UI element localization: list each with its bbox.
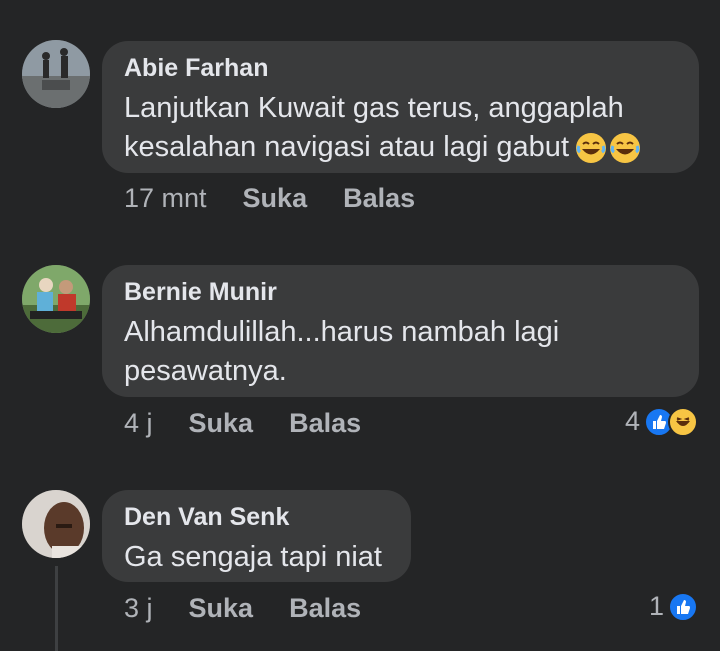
reaction-count: 4: [624, 406, 640, 436]
author-name[interactable]: Abie Farhan: [124, 53, 677, 83]
comment-text: Alhamdulillah...harus nambah lagi pesawa…: [124, 313, 677, 391]
comment-text-line: Lanjutkan Kuwait gas terus, anggaplah: [124, 92, 624, 124]
comment-text-line: pesawatnya.: [124, 355, 287, 387]
comment-meta: 4 j Suka Balas: [124, 408, 397, 439]
comment-text-line: Ga sengaja tapi niat: [124, 541, 382, 573]
timestamp[interactable]: 17 mnt: [124, 183, 207, 214]
reply-button[interactable]: Balas: [289, 408, 361, 439]
reaction-summary[interactable]: 4: [625, 406, 698, 437]
haha-icon: [668, 406, 698, 437]
author-name[interactable]: Den Van Senk: [124, 502, 389, 532]
comment-text-line-with-emoji: kesalahan navigasi atau lagi gabut: [124, 128, 677, 167]
avatar[interactable]: [22, 265, 90, 333]
comment-text: Lanjutkan Kuwait gas terus, anggaplah ke…: [124, 89, 677, 167]
comment-bubble: Abie Farhan Lanjutkan Kuwait gas terus, …: [102, 41, 699, 173]
comment-text: Ga sengaja tapi niat: [124, 538, 389, 577]
like-button[interactable]: Suka: [189, 408, 254, 439]
timestamp[interactable]: 3 j: [124, 593, 153, 624]
comment-text-line: kesalahan navigasi atau lagi gabut: [124, 131, 569, 163]
timestamp[interactable]: 4 j: [124, 408, 153, 439]
avatar[interactable]: [22, 490, 90, 558]
laughing-tears-icon: [609, 132, 641, 164]
comment-text-line: Alhamdulillah...harus nambah lagi: [124, 316, 560, 348]
reply-button[interactable]: Balas: [289, 593, 361, 624]
comment-bubble: Den Van Senk Ga sengaja tapi niat: [102, 490, 411, 582]
like-button[interactable]: Suka: [243, 183, 308, 214]
laughing-tears-icon: [575, 132, 607, 164]
author-name[interactable]: Bernie Munir: [124, 277, 677, 307]
avatar[interactable]: [22, 40, 90, 108]
like-button[interactable]: Suka: [189, 593, 254, 624]
like-icon: [668, 591, 698, 622]
reaction-summary[interactable]: 1: [649, 591, 698, 622]
comment-bubble: Bernie Munir Alhamdulillah...harus namba…: [102, 265, 699, 397]
reply-thread-line: [55, 566, 58, 651]
comment-meta: 17 mnt Suka Balas: [124, 183, 451, 214]
reaction-count: 1: [648, 591, 664, 621]
reply-button[interactable]: Balas: [343, 183, 415, 214]
comment-meta: 3 j Suka Balas: [124, 593, 397, 624]
